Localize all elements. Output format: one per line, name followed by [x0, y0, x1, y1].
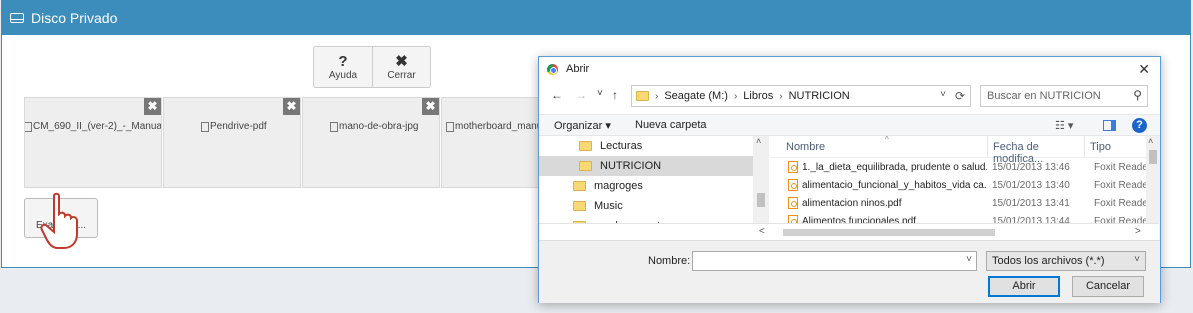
new-folder-button[interactable]: Nueva carpeta: [635, 119, 707, 131]
up-arrow-icon[interactable]: ↑: [612, 88, 618, 102]
dialog-close-icon[interactable]: ✕: [1138, 61, 1150, 78]
file-icon: [446, 121, 454, 132]
chevron-down-icon: ˅: [1134, 254, 1140, 265]
open-file-dialog: Abrir ✕ ← → ˅ ↑ › Seagate (M:) › Libros …: [538, 56, 1161, 303]
search-placeholder: Buscar en NUTRICION: [987, 90, 1101, 102]
close-panel-button[interactable]: ✖ Cerrar: [372, 47, 430, 87]
remove-file-icon[interactable]: ✖: [422, 98, 439, 115]
scroll-up-icon[interactable]: ˄: [1148, 136, 1153, 146]
back-arrow-icon[interactable]: ←: [551, 88, 563, 102]
pdf-file-icon: [788, 179, 798, 191]
scroll-thumb[interactable]: [1149, 150, 1157, 164]
question-icon: ?: [338, 52, 348, 70]
preview-pane-icon[interactable]: [1103, 120, 1116, 131]
navigation-row: ← → ˅ ↑ › Seagate (M:) › Libros › NUTRIC…: [539, 85, 1160, 107]
chrome-icon: [547, 63, 558, 75]
breadcrumb-separator: ›: [655, 90, 659, 102]
close-label: Cerrar: [387, 69, 416, 81]
search-icon: ⚲: [1133, 88, 1142, 102]
horizontal-scrollbar[interactable]: < >: [539, 223, 1159, 240]
help-icon[interactable]: ?: [1132, 118, 1147, 133]
breadcrumb-item[interactable]: NUTRICION: [789, 90, 850, 102]
scroll-thumb[interactable]: [757, 193, 765, 207]
hard-drive-icon: [10, 13, 24, 23]
filename-input[interactable]: ˅: [692, 251, 977, 271]
folder-icon: [573, 201, 586, 211]
file-tile[interactable]: ✖ mano-de-obra-jpg: [302, 97, 440, 188]
address-bar[interactable]: › Seagate (M:) › Libros › NUTRICION ˅ ⟳: [631, 85, 971, 107]
folder-icon: [636, 91, 649, 101]
column-name[interactable]: Nombre: [770, 136, 987, 157]
filetype-select[interactable]: Todos los archivos (*.*) ˅: [986, 251, 1146, 271]
panel-title: Disco Privado: [31, 10, 118, 26]
column-date[interactable]: Fecha de modifica...: [987, 136, 1084, 165]
file-name: Pendrive-pdf: [164, 121, 300, 132]
filename-label: Nombre:: [648, 255, 691, 267]
sort-caret-icon: ^: [885, 136, 889, 144]
help-button[interactable]: ? Ayuda: [314, 47, 372, 87]
command-bar: Organizar ▾ Nueva carpeta ☷ ▾ ?: [539, 114, 1160, 136]
chevron-down-icon[interactable]: ˅: [966, 254, 972, 265]
close-icon: ✖: [395, 52, 408, 70]
horizontal-scroll-thumb[interactable]: [783, 229, 995, 236]
refresh-icon[interactable]: ⟳: [955, 89, 965, 103]
file-row[interactable]: 1._la_dieta_equilibrada, prudente o salu…: [770, 158, 1146, 176]
breadcrumb-item[interactable]: Libros: [743, 90, 773, 102]
tree-item[interactable]: Music: [539, 196, 768, 216]
breadcrumb-item[interactable]: Seagate (M:): [664, 90, 728, 102]
breadcrumb-separator: ›: [733, 90, 738, 102]
pdf-file-icon: [788, 161, 798, 173]
file-icon: [330, 121, 338, 132]
cancel-button[interactable]: Cancelar: [1072, 276, 1144, 297]
folder-icon: [579, 161, 592, 171]
file-name: CM_690_II_(ver-2)_-_Manual.pdf: [25, 121, 161, 132]
folder-icon: [573, 181, 586, 191]
list-header: ^ Nombre Fecha de modifica... Tipo: [770, 136, 1146, 165]
dialog-footer: Nombre: ˅ Todos los archivos (*.*) ˅ Abr…: [539, 240, 1160, 303]
scroll-up-icon[interactable]: ˄: [756, 136, 761, 146]
scroll-right-icon[interactable]: >: [1135, 226, 1141, 237]
forward-arrow-icon[interactable]: →: [575, 88, 587, 102]
file-row[interactable]: alimentacion ninos.pdf 15/01/2013 13:41 …: [770, 194, 1146, 212]
dialog-title: Abrir: [566, 63, 590, 75]
hand-cursor-icon: [40, 192, 78, 249]
file-tile[interactable]: ✖ Pendrive-pdf: [163, 97, 301, 188]
file-icon: [201, 121, 209, 132]
tree-item[interactable]: magroges: [539, 176, 768, 196]
open-button[interactable]: Abrir: [988, 276, 1060, 297]
recent-locations-icon[interactable]: ˅: [597, 88, 603, 99]
file-thumbnails: ✖ CM_690_II_(ver-2)_-_Manual.pdf ✖ Pendr…: [24, 97, 580, 188]
chevron-down-icon[interactable]: ˅: [940, 89, 946, 100]
remove-file-icon[interactable]: ✖: [144, 98, 161, 115]
tree-item-selected[interactable]: NUTRICION: [539, 156, 768, 176]
scroll-left-icon[interactable]: <: [759, 226, 765, 237]
panel-toolbar: ? Ayuda ✖ Cerrar: [313, 46, 431, 88]
view-options-icon[interactable]: ☷ ▾: [1055, 119, 1073, 132]
column-type[interactable]: Tipo: [1084, 136, 1146, 157]
dialog-titlebar: Abrir ✕: [539, 57, 1160, 81]
tree-item[interactable]: Lecturas: [539, 136, 768, 156]
file-icon: [25, 121, 32, 132]
organize-menu[interactable]: Organizar ▾: [554, 119, 611, 132]
file-name: mano-de-obra-jpg: [303, 121, 439, 132]
help-label: Ayuda: [328, 69, 358, 81]
remove-file-icon[interactable]: ✖: [283, 98, 300, 115]
search-input[interactable]: Buscar en NUTRICION ⚲: [980, 85, 1148, 107]
pdf-file-icon: [788, 197, 798, 209]
file-tile[interactable]: ✖ CM_690_II_(ver-2)_-_Manual.pdf: [24, 97, 162, 188]
folder-icon: [579, 141, 592, 151]
file-row[interactable]: alimentacio_funcional_y_habitos_vida ca.…: [770, 176, 1146, 194]
breadcrumb-separator: ›: [779, 90, 783, 102]
panel-header: Disco Privado: [2, 1, 1190, 35]
